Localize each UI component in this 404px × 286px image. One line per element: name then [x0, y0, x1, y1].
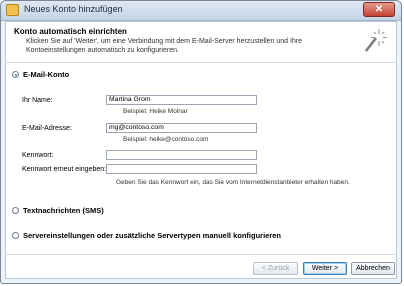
header-description: Klicken Sie auf 'Weiter', um eine Verbin…	[26, 38, 303, 54]
wizard-header: Konto automatisch einrichten Klicken Sie…	[6, 22, 396, 63]
option-manual-config[interactable]: Servereinstellungen oder zusätzliche Ser…	[12, 231, 281, 240]
password-hint: Geben Sie das Kennwort ein, das Sie vom …	[116, 179, 350, 186]
email-label: E-Mail-Adresse:	[22, 125, 72, 132]
dialog-window: Neues Konto hinzufügen ✕ Konto automatis…	[0, 0, 402, 284]
sms-radio[interactable]	[12, 207, 19, 214]
footer-divider	[6, 254, 396, 255]
next-button[interactable]: Weiter >	[303, 262, 347, 275]
cancel-button[interactable]: Abbrechen	[351, 262, 395, 275]
title-bar[interactable]: Neues Konto hinzufügen ✕	[1, 1, 401, 21]
manual-config-radio[interactable]	[12, 232, 19, 239]
header-title: Konto automatisch einrichten	[14, 27, 127, 36]
wizard-magic-icon	[365, 29, 387, 52]
name-label: Ihr Name:	[22, 97, 53, 104]
password-repeat-field[interactable]	[106, 164, 257, 174]
password-repeat-label: Kennwort erneut eingeben:	[22, 166, 107, 173]
name-example: Beispiel: Heike Molnar	[123, 108, 188, 115]
manual-config-label: Servereinstellungen oder zusätzliche Ser…	[23, 231, 281, 240]
outlook-envelope-icon	[6, 4, 19, 16]
dialog-content: Konto automatisch einrichten Klicken Sie…	[5, 21, 397, 279]
email-account-radio[interactable]	[12, 71, 19, 78]
password-field[interactable]	[106, 150, 257, 160]
window-title: Neues Konto hinzufügen	[24, 4, 123, 14]
email-example: Beispiel: heike@contoso.com	[123, 136, 209, 143]
password-label: Kennwort:	[22, 152, 54, 159]
email-account-label: E-Mail-Konto	[23, 70, 70, 79]
sms-label: Textnachrichten (SMS)	[23, 206, 104, 215]
option-sms[interactable]: Textnachrichten (SMS)	[12, 206, 104, 215]
email-field[interactable]: mg@contoso.com	[106, 123, 257, 133]
name-field[interactable]: Martina Grom	[106, 95, 257, 105]
close-button[interactable]: ✕	[363, 2, 395, 17]
option-email-account[interactable]: E-Mail-Konto	[12, 70, 69, 79]
back-button[interactable]: < Zurück	[253, 262, 298, 275]
